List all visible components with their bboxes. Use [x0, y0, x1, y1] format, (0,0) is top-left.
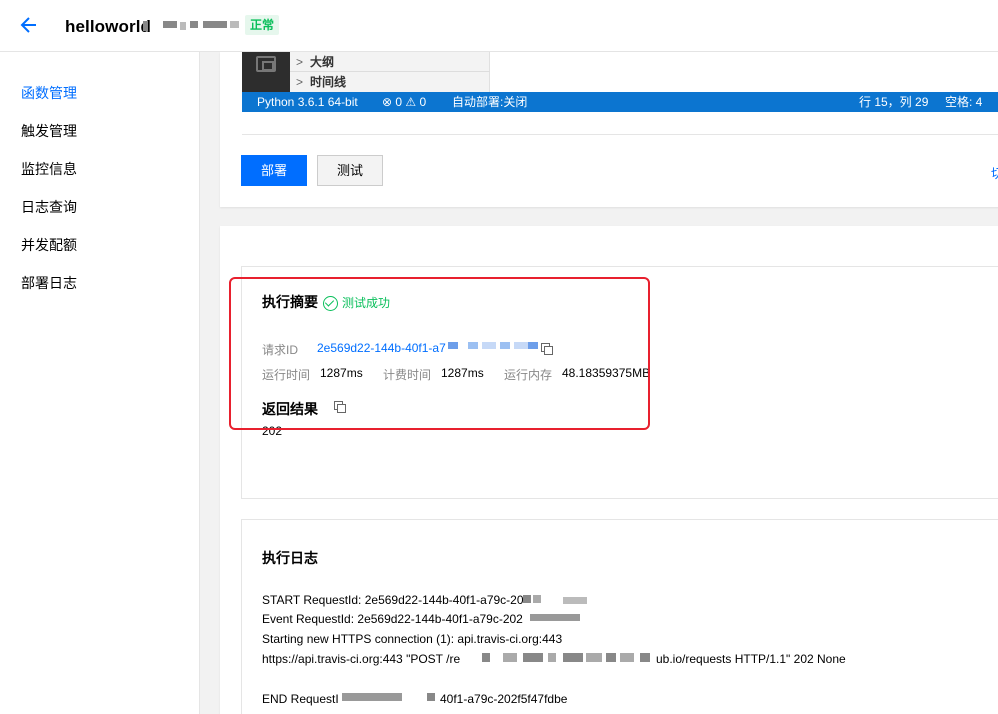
- outline-panel: > 大纲 > 时间线: [290, 52, 490, 92]
- redacted-mark: [203, 21, 227, 28]
- editor-card: > 大纲 > 时间线 Python 3.6.1 64-bit ⊗ 0 ⚠ 0 自…: [220, 52, 998, 207]
- deploy-button[interactable]: 部署: [241, 155, 307, 186]
- python-version[interactable]: Python 3.6.1 64-bit: [257, 92, 358, 112]
- divider: [242, 134, 998, 135]
- redacted-mark: [482, 653, 490, 662]
- problems-count[interactable]: ⊗ 0 ⚠ 0: [382, 92, 426, 112]
- sidebar: 函数管理 触发管理 监控信息 日志查询 并发配额 部署日志: [0, 52, 200, 714]
- log-line: https://api.travis-ci.org:443 "POST /re: [262, 652, 461, 666]
- chevron-right-icon: >: [296, 55, 304, 69]
- sidebar-item-function-management[interactable]: 函数管理: [21, 83, 77, 103]
- function-name: helloworld: [65, 17, 151, 36]
- log-line: Starting new HTTPS connection (1): api.t…: [262, 632, 563, 646]
- redacted-mark: [620, 653, 634, 662]
- indent-spaces[interactable]: 空格: 4: [945, 92, 982, 112]
- sidebar-item-deploy-log[interactable]: 部署日志: [21, 273, 77, 293]
- redacted-mark: [533, 595, 541, 603]
- redacted-mark: [503, 653, 517, 662]
- edge-link[interactable]: 切: [991, 163, 998, 182]
- sidebar-item-log-query[interactable]: 日志查询: [21, 197, 77, 217]
- redacted-mark: [640, 653, 650, 662]
- log-line: START RequestId: 2e569d22-144b-40f1-a79c…: [262, 593, 524, 607]
- log-line: Event RequestId: 2e569d22-144b-40f1-a79c…: [262, 612, 523, 626]
- redacted-mark: [563, 597, 587, 604]
- sidebar-item-concurrency-quota[interactable]: 并发配额: [21, 235, 77, 255]
- sidebar-item-trigger-management[interactable]: 触发管理: [21, 121, 77, 141]
- cursor-position[interactable]: 行 15，列 29: [859, 92, 928, 112]
- redacted-mark: [530, 614, 580, 621]
- log-line: ub.io/requests HTTP/1.1" 202 None: [656, 652, 846, 666]
- redacted-mark: [548, 653, 556, 662]
- redacted-mark: [427, 693, 435, 701]
- redacted-mark: [190, 21, 198, 28]
- redacted-mark: [523, 653, 543, 662]
- outline-section[interactable]: > 大纲: [290, 52, 490, 72]
- redacted-mark: [143, 21, 148, 31]
- sidebar-item-monitoring[interactable]: 监控信息: [21, 159, 77, 179]
- redacted-mark: [606, 653, 616, 662]
- chevron-right-icon: >: [296, 75, 304, 89]
- log-line: END RequestI: [262, 692, 339, 706]
- editor-activity-bar: [242, 52, 290, 92]
- redacted-mark: [523, 595, 531, 603]
- remote-explorer-icon[interactable]: [256, 56, 276, 72]
- timeline-section[interactable]: > 时间线: [290, 72, 490, 92]
- test-button[interactable]: 测试: [317, 155, 383, 186]
- redacted-mark: [342, 693, 402, 701]
- back-arrow-icon[interactable]: [18, 14, 40, 36]
- log-line: 40f1-a79c-202f5f47fdbe: [440, 692, 568, 706]
- redacted-mark: [563, 653, 583, 662]
- redacted-mark: [586, 653, 602, 662]
- auto-deploy-status[interactable]: 自动部署:关闭: [452, 92, 527, 112]
- editor-status-bar: Python 3.6.1 64-bit ⊗ 0 ⚠ 0 自动部署:关闭 行 15…: [242, 92, 998, 112]
- highlight-box: [229, 277, 650, 430]
- redacted-mark: [163, 21, 177, 28]
- redacted-mark: [180, 22, 186, 30]
- top-bar: helloworld 正常: [0, 0, 998, 52]
- status-badge: 正常: [245, 15, 280, 35]
- log-title: 执行日志: [262, 550, 318, 566]
- redacted-mark: [230, 21, 239, 28]
